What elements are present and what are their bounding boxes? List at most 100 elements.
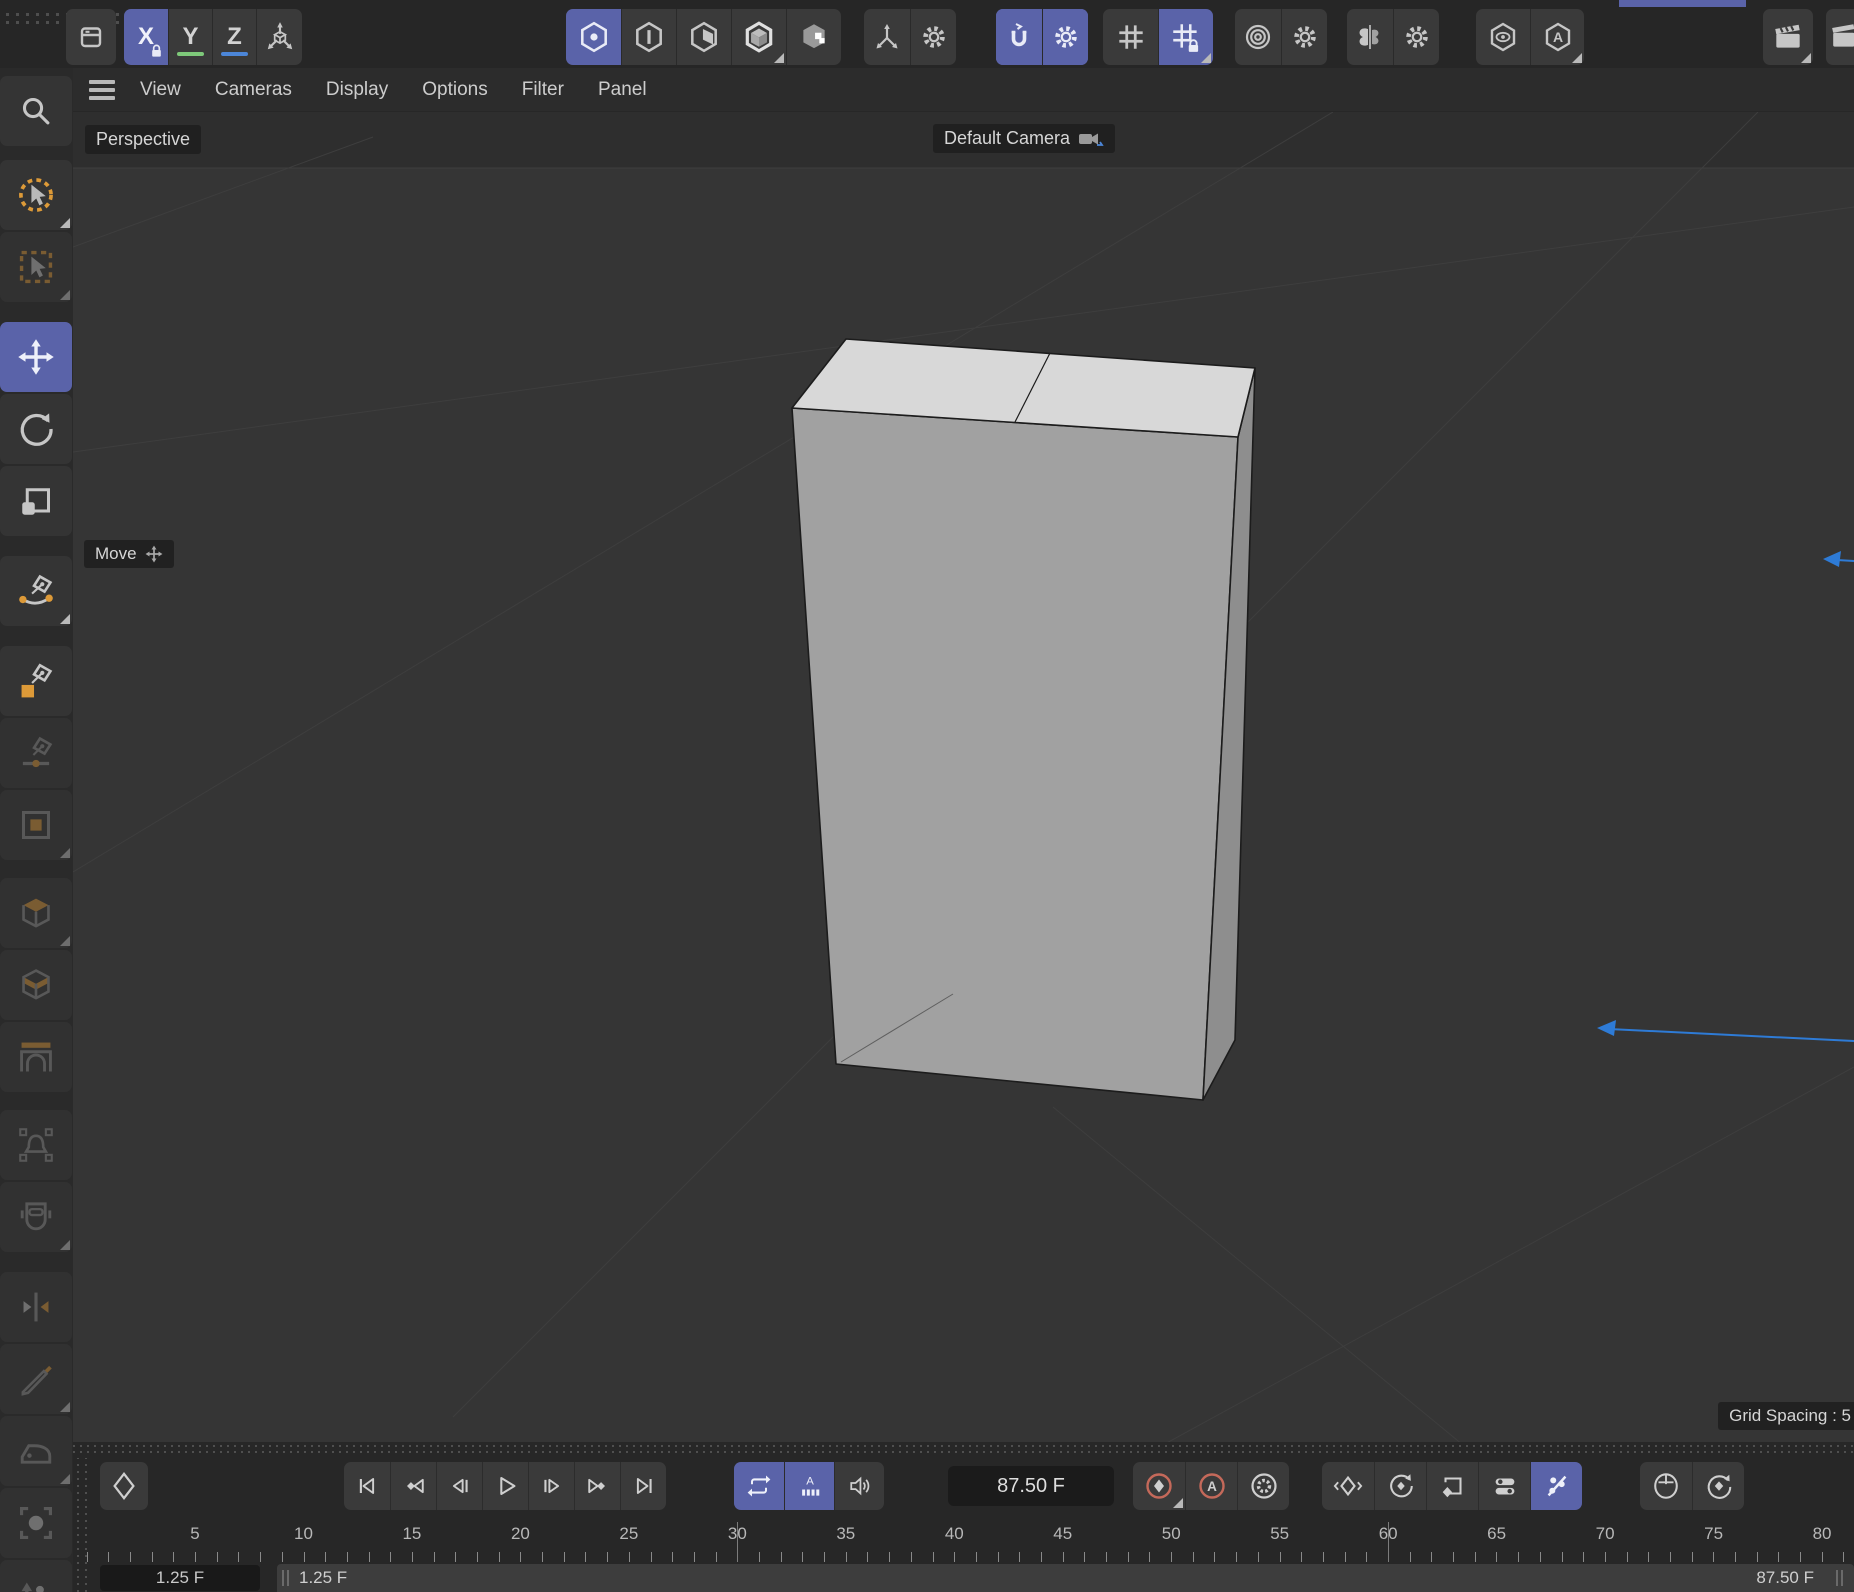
tool-rotate[interactable] bbox=[0, 394, 72, 464]
tool-mirror[interactable] bbox=[0, 1272, 72, 1342]
record-keyframe-button[interactable] bbox=[1133, 1462, 1185, 1510]
tool-knife[interactable] bbox=[0, 1344, 72, 1414]
coordinate-system-button[interactable] bbox=[256, 9, 302, 65]
menu-options[interactable]: Options bbox=[405, 79, 504, 101]
x-axis-lock-button[interactable]: X bbox=[124, 9, 168, 65]
tool-polygon-pen[interactable] bbox=[0, 646, 72, 716]
range-start-box[interactable]: 1.25 F bbox=[100, 1565, 260, 1591]
snap-enable-button[interactable] bbox=[996, 9, 1042, 65]
tool-spline-pen[interactable] bbox=[0, 556, 72, 626]
viewport-3d[interactable]: Perspective Default Camera Move Grid Spa bbox=[73, 112, 1854, 1445]
symmetry-settings-button[interactable] bbox=[1393, 9, 1439, 65]
menu-cameras[interactable]: Cameras bbox=[198, 79, 309, 101]
tool-tweak-pen[interactable] bbox=[0, 718, 72, 788]
ruler-tick bbox=[585, 1552, 586, 1562]
workplane-settings-button[interactable] bbox=[910, 9, 956, 65]
falloff-rings-button[interactable] bbox=[1235, 9, 1281, 65]
tool-rectangle-selection[interactable] bbox=[0, 232, 72, 302]
tool-weld[interactable] bbox=[0, 1182, 72, 1252]
ruler-tick bbox=[781, 1552, 782, 1562]
tool-scale[interactable] bbox=[0, 466, 72, 536]
previous-frame-button[interactable] bbox=[436, 1462, 482, 1510]
current-frame-field[interactable]: 87.50 F bbox=[948, 1466, 1114, 1506]
snap-settings-button[interactable] bbox=[1042, 9, 1088, 65]
ruler-tick bbox=[1453, 1552, 1454, 1562]
model-mode-icon bbox=[742, 20, 776, 54]
previous-key-button[interactable] bbox=[390, 1462, 436, 1510]
polygons-mode-icon bbox=[687, 20, 721, 54]
render-view-button[interactable] bbox=[1763, 9, 1813, 65]
sound-button[interactable] bbox=[834, 1462, 884, 1510]
storage-box-button[interactable] bbox=[66, 9, 116, 65]
z-axis-button[interactable]: Z bbox=[212, 9, 256, 65]
play-button[interactable] bbox=[482, 1462, 528, 1510]
range-bar-right-handle[interactable] bbox=[1836, 1570, 1846, 1586]
menu-panel[interactable]: Panel bbox=[581, 79, 664, 101]
range-bar-left-handle[interactable] bbox=[282, 1570, 292, 1586]
y-axis-button[interactable]: Y bbox=[168, 9, 212, 65]
mouse-input-button[interactable] bbox=[1640, 1462, 1692, 1510]
tool-frame[interactable] bbox=[0, 790, 72, 860]
tool-extrude[interactable] bbox=[0, 950, 72, 1020]
key-position-button[interactable] bbox=[1322, 1462, 1374, 1510]
symmetry-button[interactable] bbox=[1347, 9, 1393, 65]
key-rotation-button[interactable] bbox=[1374, 1462, 1426, 1510]
key-parameter-button[interactable] bbox=[1478, 1462, 1530, 1510]
loop-playback-button[interactable] bbox=[734, 1462, 784, 1510]
next-frame-button[interactable] bbox=[528, 1462, 574, 1510]
falloff-settings-button[interactable] bbox=[1281, 9, 1327, 65]
render-settings-button[interactable] bbox=[1826, 9, 1854, 65]
edges-mode-button[interactable] bbox=[621, 9, 676, 65]
texture-axis-mode-button[interactable] bbox=[786, 9, 841, 65]
go-to-start-icon bbox=[353, 1472, 381, 1500]
quantize-grid-button[interactable] bbox=[1103, 9, 1158, 65]
range-start-value: 1.25 F bbox=[156, 1568, 204, 1588]
tool-bevel[interactable] bbox=[0, 878, 72, 948]
key-scale-button[interactable] bbox=[1426, 1462, 1478, 1510]
key-rotation-icon bbox=[1386, 1471, 1416, 1501]
go-to-end-button[interactable] bbox=[620, 1462, 666, 1510]
workplane-axis-button[interactable] bbox=[864, 9, 910, 65]
points-mode-button[interactable] bbox=[566, 9, 621, 65]
keying-settings-icon bbox=[1248, 1470, 1280, 1502]
timeline-grip-strip[interactable] bbox=[73, 1444, 1854, 1456]
toolbar-group-edit-modes bbox=[566, 9, 841, 65]
key-pla-off-button[interactable] bbox=[1530, 1462, 1582, 1510]
add-keyframe-button[interactable] bbox=[100, 1462, 148, 1510]
go-to-start-button[interactable] bbox=[344, 1462, 390, 1510]
tool-soft-selection[interactable] bbox=[0, 1110, 72, 1180]
tool-project-capture[interactable] bbox=[0, 1488, 72, 1558]
tool-move[interactable] bbox=[0, 322, 72, 392]
tool-subdivide-arch[interactable] bbox=[0, 1022, 72, 1092]
ruler-tick bbox=[759, 1552, 760, 1562]
menu-filter[interactable]: Filter bbox=[505, 79, 581, 101]
next-key-button[interactable] bbox=[574, 1462, 620, 1510]
model-mode-button[interactable] bbox=[731, 9, 786, 65]
tool-magnet-dots[interactable] bbox=[0, 1560, 72, 1592]
menu-display[interactable]: Display bbox=[309, 79, 405, 101]
ruler-tick bbox=[1041, 1552, 1042, 1562]
mirror-icon bbox=[15, 1286, 57, 1328]
knife-icon bbox=[15, 1358, 57, 1400]
polygons-mode-button[interactable] bbox=[676, 9, 731, 65]
tool-search[interactable] bbox=[0, 76, 72, 146]
preview-range-bar[interactable]: 1.25 F 87.50 F bbox=[277, 1564, 1854, 1592]
grid-lock-button[interactable] bbox=[1158, 9, 1213, 65]
autokeying-button[interactable]: A bbox=[1185, 1462, 1237, 1510]
keying-settings-button[interactable] bbox=[1237, 1462, 1289, 1510]
viewport-menu-icon[interactable] bbox=[87, 79, 117, 101]
toolbar-group-visibility: A bbox=[1476, 9, 1584, 65]
autokey-markers-button[interactable]: A bbox=[784, 1462, 834, 1510]
ruler-label: 70 bbox=[1596, 1524, 1615, 1544]
timeline-ruler[interactable]: 05101520253035404550556065707580 bbox=[73, 1518, 1854, 1564]
range-row-grip[interactable] bbox=[77, 1566, 90, 1592]
camera-label[interactable]: Default Camera bbox=[933, 124, 1115, 153]
menu-view[interactable]: View bbox=[123, 79, 198, 101]
tool-live-selection[interactable] bbox=[0, 160, 72, 230]
ruler-tick bbox=[954, 1552, 955, 1562]
tool-line-cut-iron[interactable] bbox=[0, 1416, 72, 1486]
ruler-label: 15 bbox=[402, 1524, 421, 1544]
auto-mode-button[interactable]: A bbox=[1530, 9, 1584, 65]
camera-animation-button[interactable] bbox=[1692, 1462, 1744, 1510]
viewport-solo-button[interactable] bbox=[1476, 9, 1530, 65]
